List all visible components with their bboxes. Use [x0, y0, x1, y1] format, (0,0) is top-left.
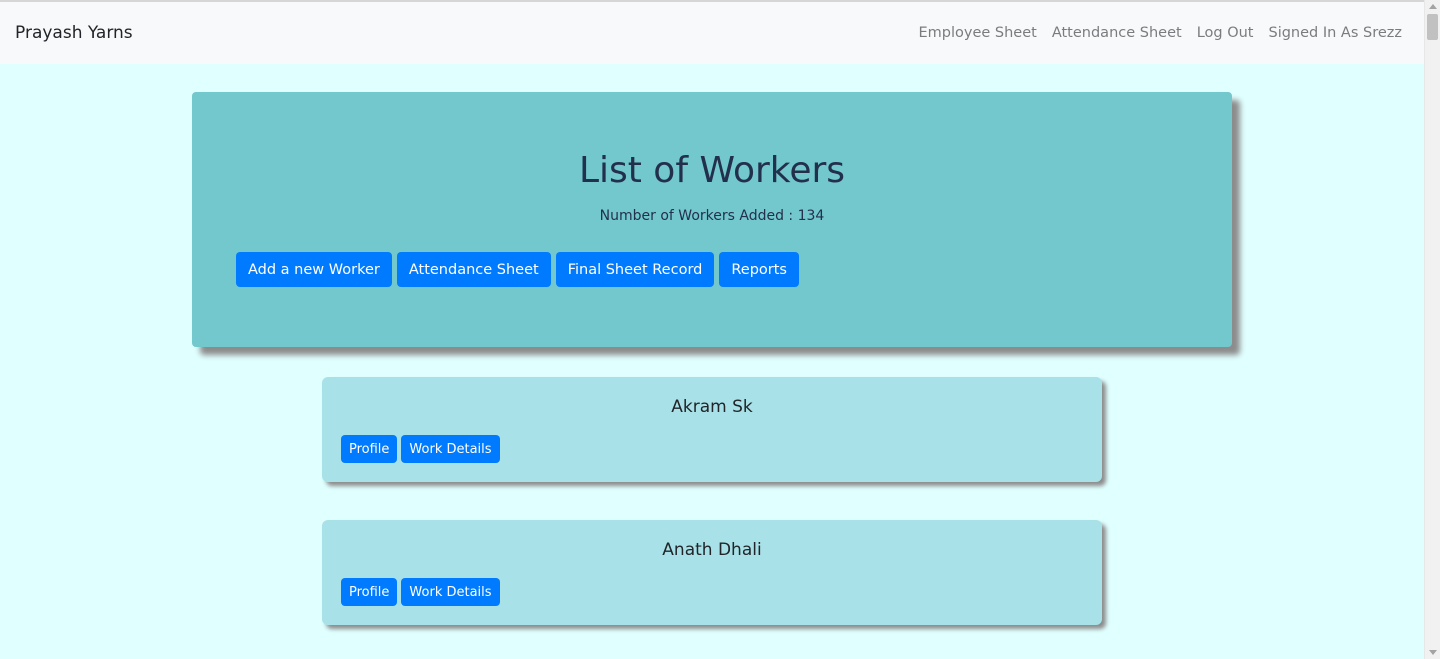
page-title: List of Workers — [578, 150, 846, 191]
scroll-down-arrow-icon[interactable] — [1429, 650, 1437, 655]
vertical-scrollbar[interactable] — [1424, 0, 1440, 659]
attendance-sheet-button[interactable]: Attendance Sheet — [396, 252, 551, 287]
navbar: Prayash Yarns Employee Sheet Attendance … — [0, 2, 1424, 64]
nav-employee-sheet-link[interactable]: Employee Sheet — [918, 25, 1036, 41]
worker-card-buttons: Profile Work Details — [341, 435, 500, 463]
worker-card: Akram Sk Profile Work Details — [322, 377, 1102, 482]
work-details-button[interactable]: Work Details — [401, 435, 500, 463]
add-worker-button[interactable]: Add a new Worker — [236, 252, 392, 287]
work-details-button[interactable]: Work Details — [401, 578, 500, 606]
worker-card-buttons: Profile Work Details — [341, 578, 500, 606]
nav-log-out-link[interactable]: Log Out — [1197, 25, 1254, 41]
final-sheet-record-button[interactable]: Final Sheet Record — [555, 252, 715, 287]
nav-links: Employee Sheet Attendance Sheet Log Out … — [918, 25, 1402, 41]
scroll-up-arrow-icon[interactable] — [1429, 4, 1437, 9]
reports-button[interactable]: Reports — [719, 252, 799, 287]
workers-header-panel: List of Workers Number of Workers Added … — [192, 92, 1232, 347]
workers-count-text: Number of Workers Added : 134 — [599, 208, 825, 224]
worker-card: Anath Dhali Profile Work Details — [322, 520, 1102, 625]
brand-link[interactable]: Prayash Yarns — [15, 23, 133, 43]
profile-button[interactable]: Profile — [341, 578, 398, 606]
worker-name: Anath Dhali — [662, 540, 762, 560]
nav-attendance-sheet-link[interactable]: Attendance Sheet — [1052, 25, 1182, 41]
nav-signed-in-user[interactable]: Signed In As Srezz — [1268, 25, 1402, 41]
worker-name: Akram Sk — [671, 397, 753, 417]
header-action-buttons: Add a new Worker Attendance Sheet Final … — [236, 252, 799, 287]
profile-button[interactable]: Profile — [341, 435, 398, 463]
scrollbar-thumb[interactable] — [1427, 14, 1438, 40]
